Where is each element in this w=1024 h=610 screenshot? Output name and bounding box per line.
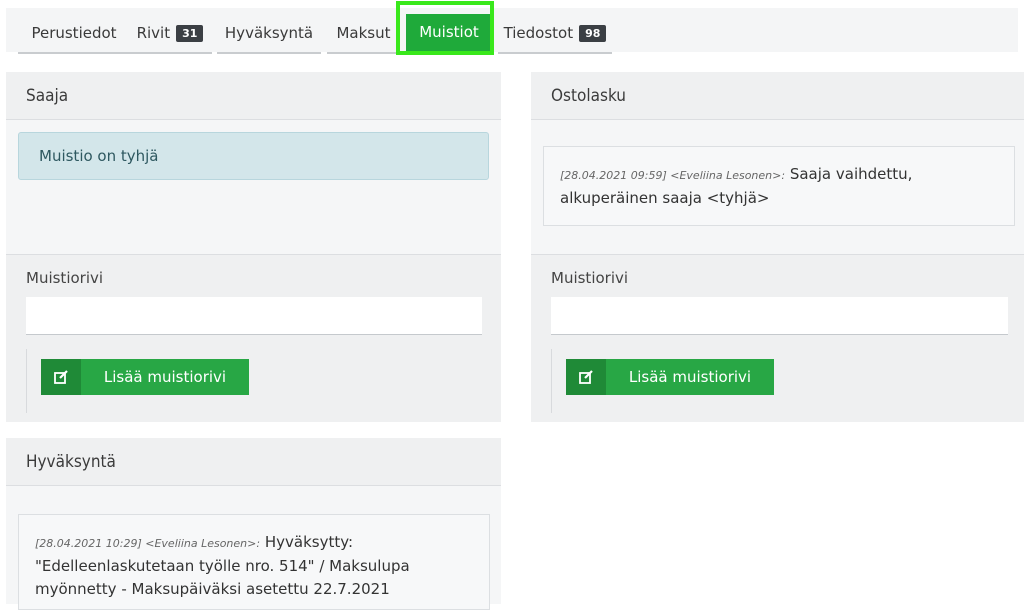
panel-title: Ostolasku	[531, 72, 1024, 120]
tab-rivit[interactable]: Rivit 31	[128, 14, 212, 54]
ostolasku-notes: [28.04.2021 09:59] <Eveliina Lesonen>: S…	[531, 120, 1024, 254]
button-label: Lisää muistiorivi	[628, 368, 752, 386]
note-entry: [28.04.2021 09:59] <Eveliina Lesonen>: S…	[543, 146, 1015, 226]
form-label: Muistiorivi	[26, 269, 104, 287]
hyvaksynta-notes: [28.04.2021 10:29] <Eveliina Lesonen>: H…	[6, 486, 501, 610]
hyvaksynta-panel: Hyväksyntä [28.04.2021 10:29] <Eveliina …	[6, 438, 501, 610]
muistiorivi-input[interactable]	[551, 297, 1008, 335]
active-tab-highlight	[396, 1, 494, 55]
tab-tiedostot[interactable]: Tiedostot 98	[498, 14, 612, 54]
note-meta: [28.04.2021 10:29] <Eveliina Lesonen>:	[35, 537, 261, 550]
note-meta: [28.04.2021 09:59] <Eveliina Lesonen>:	[560, 169, 786, 182]
saaja-form: Muistiorivi Lisää muistiorivi	[6, 254, 501, 422]
button-container: Lisää muistiorivi	[551, 349, 774, 413]
edit-icon	[566, 359, 606, 395]
tab-label: Perustiedot	[31, 24, 117, 42]
saaja-notes: Muistio on tyhjä	[6, 120, 501, 254]
tab-bar: Perustiedot Rivit 31 Hyväksyntä Maksut Mu…	[6, 8, 1018, 54]
tab-hyvaksynta[interactable]: Hyväksyntä	[217, 14, 321, 54]
tab-perustiedot[interactable]: Perustiedot	[18, 14, 130, 54]
ostolasku-panel: Ostolasku [28.04.2021 09:59] <Eveliina L…	[531, 72, 1024, 422]
empty-notice: Muistio on tyhjä	[18, 132, 489, 180]
button-container: Lisää muistiorivi	[26, 349, 249, 413]
muistiorivi-input[interactable]	[26, 297, 482, 335]
button-label: Lisää muistiorivi	[103, 368, 227, 386]
add-note-button[interactable]: Lisää muistiorivi	[566, 359, 774, 395]
tab-label: Rivit	[136, 24, 171, 42]
panel-title: Hyväksyntä	[6, 438, 501, 486]
note-entry: [28.04.2021 10:29] <Eveliina Lesonen>: H…	[18, 514, 490, 610]
saaja-panel: Saaja Muistio on tyhjä Muistiorivi Lisää…	[6, 72, 501, 422]
form-label: Muistiorivi	[551, 269, 629, 287]
tab-label: Tiedostot	[503, 24, 574, 42]
edit-icon	[41, 359, 81, 395]
tab-label: Maksut	[336, 24, 391, 42]
count-badge: 98	[579, 24, 607, 42]
ostolasku-form: Muistiorivi Lisää muistiorivi	[531, 254, 1024, 422]
tab-label: Hyväksyntä	[224, 24, 314, 42]
add-note-button[interactable]: Lisää muistiorivi	[41, 359, 249, 395]
tab-maksut[interactable]: Maksut	[327, 14, 400, 54]
panel-title: Saaja	[6, 72, 501, 120]
count-badge: 31	[176, 24, 204, 42]
